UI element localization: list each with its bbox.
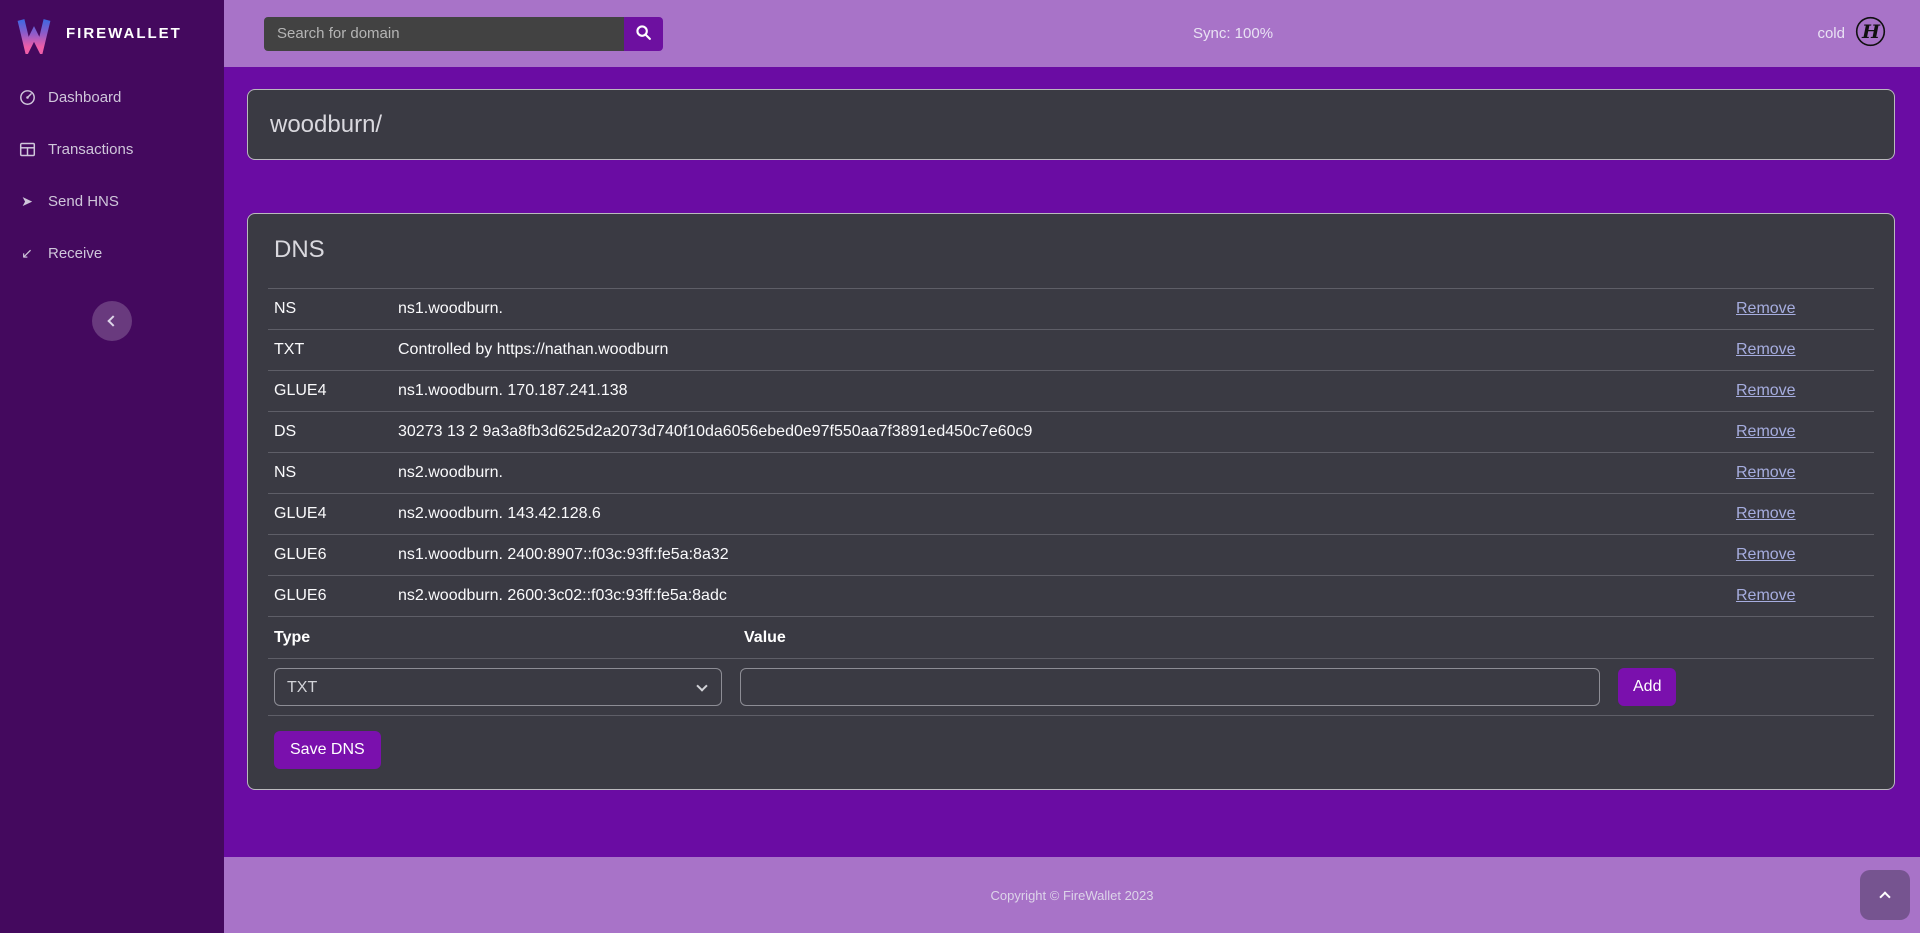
dns-table-body: NS ns1.woodburn. Remove TXT Controlled b…: [268, 288, 1874, 616]
record-type: GLUE6: [268, 546, 398, 564]
table-row: GLUE4 ns2.woodburn. 143.42.128.6 Remove: [268, 493, 1874, 534]
record-type: GLUE4: [268, 382, 398, 400]
wallet-indicator[interactable]: cold H: [1817, 16, 1886, 51]
search-icon: [635, 24, 652, 44]
sidebar-nav: Dashboard Transactions ➤ Send HNS ↙ Rece…: [0, 77, 224, 273]
remove-link[interactable]: Remove: [1736, 341, 1796, 358]
save-dns-button[interactable]: Save DNS: [274, 731, 381, 769]
page-title: woodburn/: [270, 111, 382, 139]
brand-name: FIREWALLET: [66, 25, 182, 42]
footer: Copyright © FireWallet 2023: [224, 857, 1920, 933]
remove-link[interactable]: Remove: [1736, 505, 1796, 522]
remove-link[interactable]: Remove: [1736, 382, 1796, 399]
sync-status: Sync: 100%: [1193, 25, 1273, 42]
record-type: DS: [268, 423, 398, 441]
remove-link[interactable]: Remove: [1736, 423, 1796, 440]
collapse-sidebar-button[interactable]: [92, 301, 132, 341]
brand[interactable]: FIREWALLET: [0, 0, 224, 67]
app-root: FIREWALLET Dashboard Transactions ➤ Send…: [0, 0, 1920, 933]
sidebar: FIREWALLET Dashboard Transactions ➤ Send…: [0, 0, 224, 933]
record-value: ns2.woodburn. 2600:3c02::f03c:93ff:fe5a:…: [398, 587, 1736, 605]
record-value-input[interactable]: [740, 668, 1600, 706]
record-action: Remove: [1736, 505, 1874, 523]
sidebar-item-label: Send HNS: [48, 193, 119, 210]
table-icon: [17, 141, 37, 158]
remove-link[interactable]: Remove: [1736, 546, 1796, 563]
search-button[interactable]: [624, 17, 663, 51]
send-icon: ➤: [17, 193, 37, 210]
sidebar-item-receive[interactable]: ↙ Receive: [0, 233, 224, 273]
handshake-icon: H: [1855, 16, 1886, 51]
record-value: ns1.woodburn. 170.187.241.138: [398, 382, 1736, 400]
add-record-button[interactable]: Add: [1618, 668, 1676, 706]
record-action: Remove: [1736, 423, 1874, 441]
remove-link[interactable]: Remove: [1736, 300, 1796, 317]
sidebar-item-dashboard[interactable]: Dashboard: [0, 77, 224, 117]
record-action: Remove: [1736, 587, 1874, 605]
table-row: NS ns2.woodburn. Remove: [268, 452, 1874, 493]
table-row: GLUE4 ns1.woodburn. 170.187.241.138 Remo…: [268, 370, 1874, 411]
record-value: ns1.woodburn.: [398, 300, 1736, 318]
sidebar-item-label: Dashboard: [48, 89, 121, 106]
receive-icon: ↙: [17, 245, 37, 262]
sidebar-item-send-hns[interactable]: ➤ Send HNS: [0, 181, 224, 221]
sidebar-item-label: Receive: [48, 245, 102, 262]
table-row: GLUE6 ns1.woodburn. 2400:8907::f03c:93ff…: [268, 534, 1874, 575]
record-type: NS: [268, 464, 398, 482]
search-input[interactable]: [264, 17, 624, 51]
record-value: ns2.woodburn. 143.42.128.6: [398, 505, 1736, 523]
dns-section-title: DNS: [274, 236, 1874, 264]
record-type: GLUE6: [268, 587, 398, 605]
table-row: GLUE6 ns2.woodburn. 2600:3c02::f03c:93ff…: [268, 575, 1874, 616]
record-action: Remove: [1736, 300, 1874, 318]
svg-text:H: H: [1861, 21, 1881, 43]
record-value: 30273 13 2 9a3a8fb3d625d2a2073d740f10da6…: [398, 423, 1736, 441]
table-row: DS 30273 13 2 9a3a8fb3d625d2a2073d740f10…: [268, 411, 1874, 452]
record-action: Remove: [1736, 464, 1874, 482]
record-action: Remove: [1736, 382, 1874, 400]
search-group: [264, 17, 663, 51]
scroll-to-top-button[interactable]: [1860, 870, 1910, 920]
record-type: TXT: [268, 341, 398, 359]
record-value: ns1.woodburn. 2400:8907::f03c:93ff:fe5a:…: [398, 546, 1736, 564]
record-value: Controlled by https://nathan.woodburn: [398, 341, 1736, 359]
value-column-header: Value: [744, 629, 1874, 647]
speedometer-icon: [17, 89, 37, 106]
dns-card: DNS NS ns1.woodburn. Remove TXT Controll…: [247, 213, 1895, 790]
main-content: woodburn/ DNS NS ns1.woodburn. Remove TX…: [224, 67, 1920, 857]
wallet-name: cold: [1817, 25, 1845, 42]
domain-card: woodburn/: [247, 89, 1895, 160]
record-type: GLUE4: [268, 505, 398, 523]
chevron-left-icon: [107, 315, 118, 326]
chevron-up-icon: [1879, 891, 1890, 902]
record-type: NS: [268, 300, 398, 318]
topbar: Sync: 100% cold H: [224, 0, 1920, 67]
record-action: Remove: [1736, 546, 1874, 564]
sidebar-item-label: Transactions: [48, 141, 133, 158]
record-value: ns2.woodburn.: [398, 464, 1736, 482]
remove-link[interactable]: Remove: [1736, 587, 1796, 604]
firewallet-logo-icon: [14, 14, 54, 54]
dns-form-header-row: Type Value: [268, 616, 1874, 658]
record-type-select-wrap: TXT: [274, 668, 722, 706]
record-action: Remove: [1736, 341, 1874, 359]
dns-add-form-row: TXT Add: [268, 658, 1874, 716]
type-column-header: Type: [268, 629, 744, 647]
table-row: TXT Controlled by https://nathan.woodbur…: [268, 329, 1874, 370]
copyright-text: Copyright © FireWallet 2023: [991, 888, 1154, 903]
remove-link[interactable]: Remove: [1736, 464, 1796, 481]
table-row: NS ns1.woodburn. Remove: [268, 288, 1874, 329]
record-type-select[interactable]: TXT: [274, 668, 722, 706]
sidebar-item-transactions[interactable]: Transactions: [0, 129, 224, 169]
